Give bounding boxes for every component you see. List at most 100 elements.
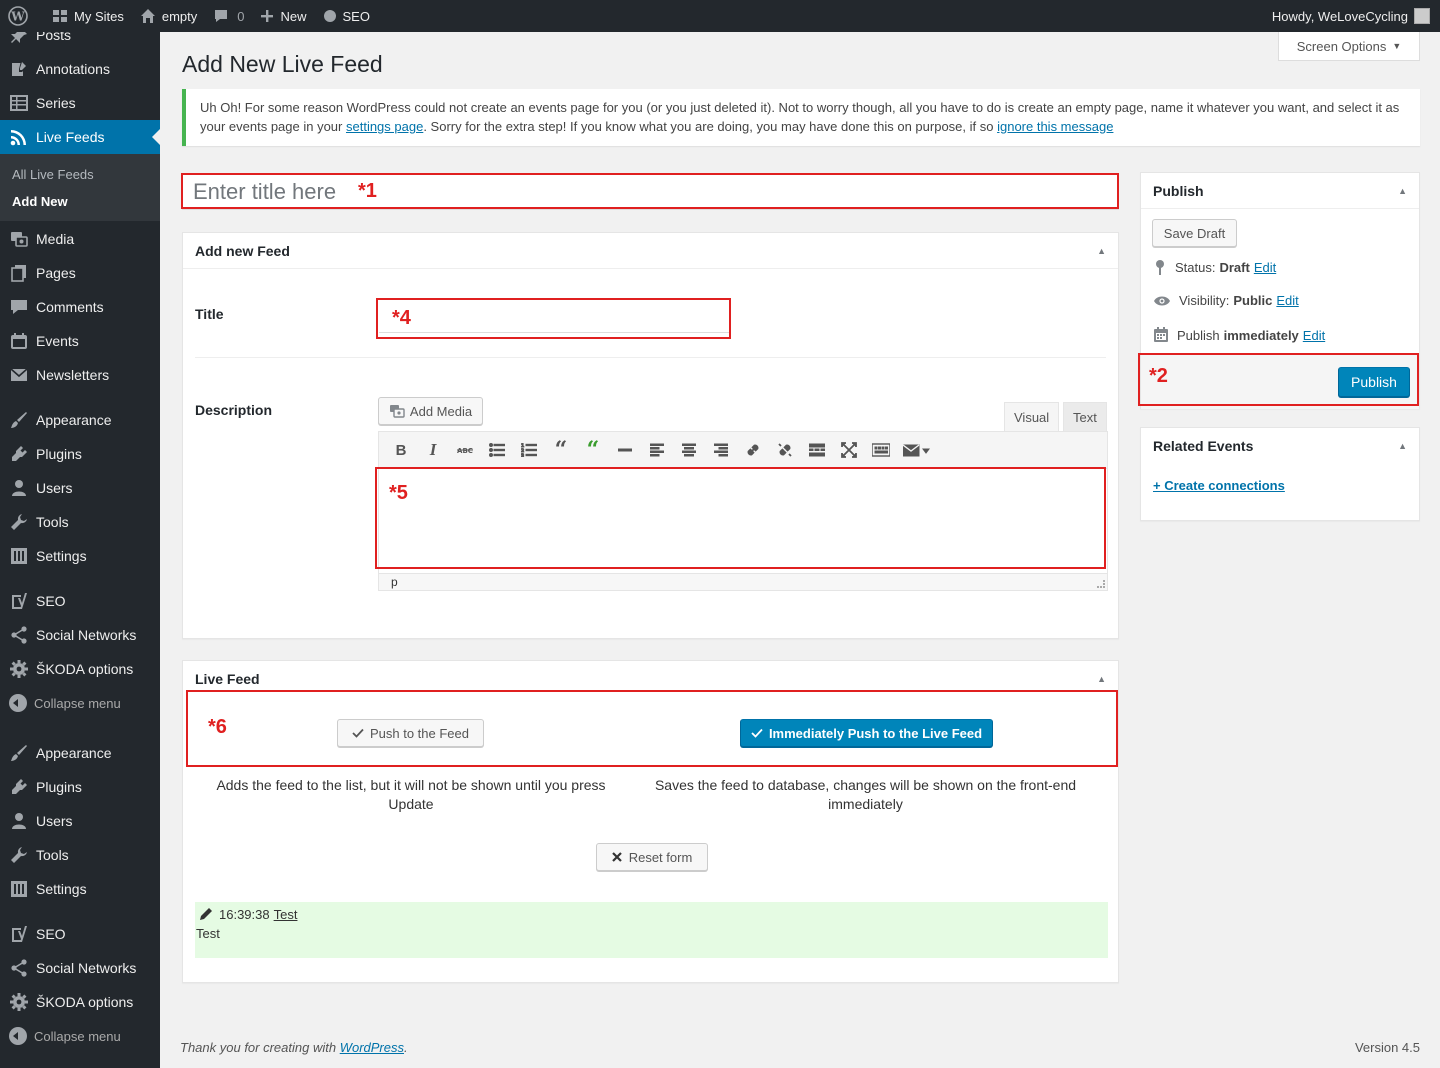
menu-social-networks-2[interactable]: Social Networks — [0, 951, 160, 985]
read-more-button[interactable] — [801, 435, 833, 465]
edit-publish-time-link[interactable]: Edit — [1303, 328, 1325, 343]
create-connections-link[interactable]: + Create connections — [1153, 478, 1285, 493]
annotation-label-4: *4 — [392, 307, 411, 329]
site-name-menu[interactable]: empty — [132, 0, 205, 32]
settings-page-link[interactable]: settings page — [346, 119, 423, 134]
menu-skoda-options-2[interactable]: ŠKODA options — [0, 985, 160, 1019]
feed-entry-title-link[interactable]: Test — [274, 907, 298, 922]
related-events-heading: Related Events — [1153, 438, 1254, 454]
submenu-all-live-feeds[interactable]: All Live Feeds — [0, 161, 160, 188]
footer-thanks-prefix: Thank you for creating with — [180, 1040, 340, 1055]
blockquote-button[interactable]: “ — [545, 435, 577, 465]
submenu-add-new[interactable]: Add New — [0, 188, 160, 215]
resize-grip-icon[interactable] — [1097, 580, 1105, 588]
menu-plugins-2[interactable]: Plugins — [0, 770, 160, 804]
menu-newsletters-label: Newsletters — [36, 367, 110, 383]
menu-users[interactable]: Users — [0, 471, 160, 505]
menu-appearance-2[interactable]: Appearance — [0, 736, 160, 770]
remove-link-button[interactable] — [769, 435, 801, 465]
new-content-menu[interactable]: New — [252, 0, 314, 32]
share-icon — [9, 958, 29, 978]
menu-appearance[interactable]: Appearance — [0, 403, 160, 437]
numbered-list-button[interactable]: 123 — [513, 435, 545, 465]
menu-plugins[interactable]: Plugins — [0, 437, 160, 471]
menu-newsletters[interactable]: Newsletters — [0, 358, 160, 392]
feed-description-label: Description — [195, 402, 273, 418]
ignore-message-link[interactable]: ignore this message — [997, 119, 1113, 134]
my-sites-menu[interactable]: My Sites — [44, 0, 132, 32]
related-events-header[interactable]: Related Events ▲ — [1141, 428, 1419, 464]
menu-comments[interactable]: Comments — [0, 290, 160, 324]
menu-social-networks[interactable]: Social Networks — [0, 618, 160, 652]
wordpress-link[interactable]: WordPress — [340, 1040, 404, 1055]
add-media-button[interactable]: Add Media — [378, 397, 483, 425]
menu-events[interactable]: Events — [0, 324, 160, 358]
save-draft-button[interactable]: Save Draft — [1152, 219, 1237, 247]
edit-visibility-link[interactable]: Edit — [1276, 293, 1298, 308]
edit-status-link[interactable]: Edit — [1254, 260, 1276, 275]
screen-options-toggle[interactable]: Screen Options ▼ — [1278, 32, 1420, 61]
list-table-icon — [9, 93, 29, 113]
pages-icon — [9, 263, 29, 283]
push-live-button[interactable]: Immediately Push to the Live Feed — [740, 719, 993, 747]
seo-menu[interactable]: SEO — [315, 0, 378, 32]
comments-icon — [9, 297, 29, 317]
menu-seo[interactable]: SEO — [0, 584, 160, 618]
align-right-button[interactable] — [705, 435, 737, 465]
menu-pages[interactable]: Pages — [0, 256, 160, 290]
collapse-menu-button[interactable]: Collapse menu — [0, 686, 160, 720]
menu-live-feeds[interactable]: Live Feeds — [0, 120, 160, 154]
menu-seo-2[interactable]: SEO — [0, 917, 160, 951]
insert-link-button[interactable] — [737, 435, 769, 465]
wrench-icon — [9, 845, 29, 865]
bold-button[interactable]: B — [385, 435, 417, 465]
align-center-button[interactable] — [673, 435, 705, 465]
reset-form-button[interactable]: Reset form — [596, 843, 708, 871]
collapse-triangle-icon[interactable]: ▲ — [1398, 441, 1407, 451]
tab-visual[interactable]: Visual — [1004, 402, 1060, 431]
publish-button[interactable]: Publish — [1338, 367, 1410, 397]
strikethrough-icon: ABC — [457, 447, 473, 455]
eye-icon — [1154, 296, 1170, 305]
collapse-triangle-icon[interactable]: ▲ — [1398, 186, 1407, 196]
editor-content-area[interactable] — [378, 469, 1108, 573]
wordpress-logo-icon[interactable]: W — [0, 0, 44, 32]
user-icon — [9, 811, 29, 831]
collapse-triangle-icon[interactable]: ▲ — [1097, 246, 1106, 256]
collapse-menu-button-2[interactable]: Collapse menu — [0, 1019, 160, 1053]
align-left-button[interactable] — [641, 435, 673, 465]
fullscreen-button[interactable] — [833, 435, 865, 465]
menu-tools[interactable]: Tools — [0, 505, 160, 539]
publish-header[interactable]: Publish ▲ — [1141, 173, 1419, 209]
pencil-edit-icon[interactable] — [199, 907, 213, 921]
feed-title-input[interactable] — [379, 303, 731, 333]
menu-posts[interactable]: Posts — [0, 32, 160, 52]
menu-settings-2[interactable]: Settings — [0, 872, 160, 906]
menu-users-2[interactable]: Users — [0, 804, 160, 838]
post-title-input[interactable] — [182, 174, 1119, 210]
menu-tools-2[interactable]: Tools — [0, 838, 160, 872]
live-feed-heading: Live Feed — [195, 670, 260, 687]
bullet-list-button[interactable] — [481, 435, 513, 465]
italic-button[interactable]: I — [417, 435, 449, 465]
menu-skoda-options[interactable]: ŠKODA options — [0, 652, 160, 686]
add-new-feed-header[interactable]: Add new Feed ▲ — [183, 233, 1118, 269]
toolbar-toggle-button[interactable] — [865, 435, 897, 465]
menu-series[interactable]: Series — [0, 86, 160, 120]
account-menu[interactable]: Howdy, WeLoveCycling — [1272, 8, 1440, 24]
menu-annotations[interactable]: Annotations — [0, 52, 160, 86]
menu-settings[interactable]: Settings — [0, 539, 160, 573]
push-to-feed-button[interactable]: Push to the Feed — [337, 719, 484, 747]
newsletter-insert-button[interactable] — [897, 435, 937, 465]
publish-time-label: Publish — [1177, 327, 1220, 343]
pullquote-button[interactable]: “ — [577, 435, 609, 465]
menu-media[interactable]: Media — [0, 222, 160, 256]
pushpin-icon — [9, 32, 29, 45]
comments-menu[interactable]: 0 — [205, 0, 252, 32]
horizontal-line-button[interactable] — [609, 435, 641, 465]
add-new-feed-box: Add new Feed ▲ Title Description Add Med… — [182, 232, 1119, 639]
collapse-triangle-icon[interactable]: ▲ — [1097, 674, 1106, 684]
strikethrough-button[interactable]: ABC — [449, 435, 481, 465]
live-feed-header[interactable]: Live Feed ▲ — [183, 661, 1118, 695]
tab-text[interactable]: Text — [1063, 402, 1107, 431]
